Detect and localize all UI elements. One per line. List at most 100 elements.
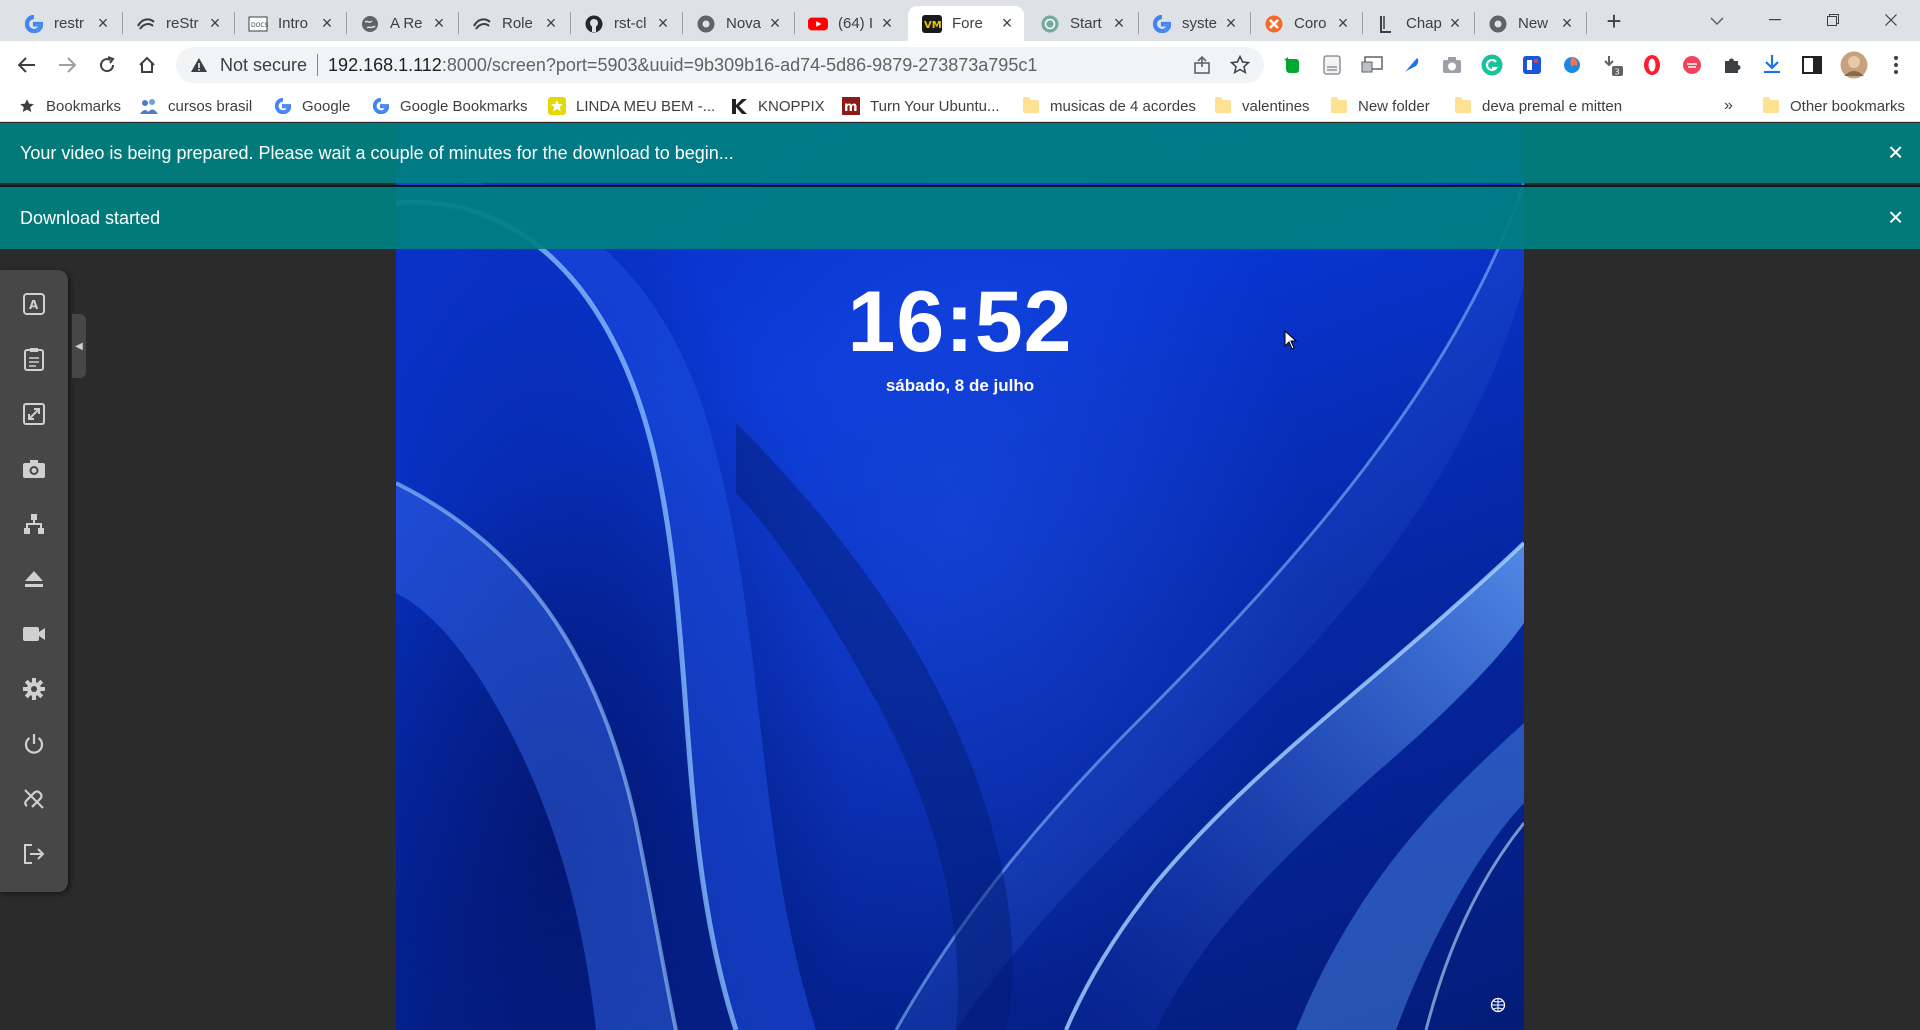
- tab-intro[interactable]: DOCS Intro ×: [234, 6, 344, 41]
- close-icon[interactable]: ✕: [1887, 206, 1904, 231]
- grammarly-icon[interactable]: [1480, 53, 1504, 77]
- tab-title: Coro: [1294, 15, 1327, 32]
- close-tab-icon[interactable]: ×: [764, 13, 786, 35]
- close-tab-icon[interactable]: ×: [540, 13, 562, 35]
- share-icon[interactable]: [1192, 55, 1212, 80]
- bookmarks-overflow-button[interactable]: »: [1724, 93, 1733, 119]
- network-button[interactable]: [14, 504, 54, 544]
- red-circle-extension-icon[interactable]: [1680, 53, 1704, 77]
- tab-fore-active[interactable]: VM Fore ×: [908, 6, 1024, 41]
- tab-title: Nova: [726, 15, 762, 32]
- close-window-button[interactable]: [1862, 0, 1920, 40]
- bookmark-google-bookmarks[interactable]: Google Bookmarks: [372, 93, 528, 119]
- document-extension-icon[interactable]: [1320, 53, 1344, 77]
- bookmark-bookmarks[interactable]: Bookmarks: [18, 93, 121, 119]
- tab-syste[interactable]: syste ×: [1138, 6, 1248, 41]
- close-tab-icon[interactable]: ×: [92, 13, 114, 35]
- bookmark-turn-your-ubuntu[interactable]: m Turn Your Ubuntu...: [842, 93, 1000, 119]
- keyboard-button[interactable]: A: [14, 284, 54, 324]
- settings-button[interactable]: [14, 669, 54, 709]
- eject-button[interactable]: [14, 559, 54, 599]
- remote-screen[interactable]: 16:52 sábado, 8 de julho: [396, 123, 1524, 1030]
- address-bar[interactable]: Not secure 192.168.1.112:8000/screen?por…: [176, 47, 1264, 83]
- close-tab-icon[interactable]: ×: [428, 13, 450, 35]
- reload-button[interactable]: [90, 48, 124, 82]
- restore-button[interactable]: [1804, 0, 1862, 40]
- screenshot-button[interactable]: [14, 449, 54, 489]
- bookmark-linda-meu-bem[interactable]: LINDA MEU BEM -...: [548, 93, 715, 119]
- bookmark-knoppix[interactable]: KNOPPIX: [730, 93, 825, 119]
- exit-button[interactable]: [14, 834, 54, 874]
- security-label[interactable]: Not secure: [220, 55, 307, 76]
- close-tab-icon[interactable]: ×: [1332, 13, 1354, 35]
- settings-icon: [23, 678, 45, 700]
- tab-restr[interactable]: restr ×: [10, 6, 120, 41]
- clipboard-icon: [24, 348, 44, 371]
- cast-extension-icon[interactable]: [1360, 53, 1384, 77]
- close-tab-icon[interactable]: ×: [1220, 13, 1242, 35]
- side-panel-button[interactable]: [1800, 53, 1824, 77]
- profile-avatar[interactable]: [1840, 51, 1868, 79]
- tab-restream[interactable]: reStr ×: [122, 6, 232, 41]
- browser-menu-button[interactable]: [1884, 53, 1908, 77]
- bookmark-cursos-brasil[interactable]: cursos brasil: [140, 93, 252, 119]
- minimize-button[interactable]: [1746, 0, 1804, 40]
- disconnect-button[interactable]: [14, 779, 54, 819]
- firefox-like-extension-icon[interactable]: [1560, 53, 1584, 77]
- github-icon: [584, 14, 604, 34]
- fullscreen-button[interactable]: [14, 394, 54, 434]
- bookmark-google[interactable]: Google: [274, 93, 350, 119]
- svg-text:VM: VM: [924, 20, 942, 31]
- close-tab-icon[interactable]: ×: [204, 13, 226, 35]
- close-tab-icon[interactable]: ×: [1556, 13, 1578, 35]
- extension-blue-icon[interactable]: [1520, 53, 1544, 77]
- network-status-icon: [1490, 997, 1506, 1013]
- download-arrow-extension-icon[interactable]: 3: [1600, 53, 1624, 77]
- bookmark-folder-valentines[interactable]: valentines: [1214, 93, 1310, 119]
- back-button[interactable]: [10, 48, 44, 82]
- bookmark-folder-musicas[interactable]: musicas de 4 acordes: [1022, 93, 1196, 119]
- tab-a-re[interactable]: A Re ×: [346, 6, 456, 41]
- close-tab-icon[interactable]: ×: [996, 13, 1018, 35]
- home-button[interactable]: [130, 48, 164, 82]
- close-icon[interactable]: ✕: [1887, 141, 1904, 166]
- tab-start[interactable]: Start ×: [1026, 6, 1136, 41]
- extensions-puzzle-icon[interactable]: [1720, 53, 1744, 77]
- opera-extension-icon[interactable]: [1640, 53, 1664, 77]
- mouse-cursor-icon: [1284, 330, 1298, 350]
- record-video-button[interactable]: [14, 614, 54, 654]
- downloads-button[interactable]: [1760, 53, 1784, 77]
- bookmark-folder-deva-premal[interactable]: deva premal e mitten: [1454, 93, 1622, 119]
- url-text[interactable]: 192.168.1.112:8000/screen?port=5903&uuid…: [328, 55, 1037, 76]
- tab-new[interactable]: New ×: [1474, 6, 1584, 41]
- evernote-icon[interactable]: [1280, 53, 1304, 77]
- sidebar-collapse-handle[interactable]: ◀: [72, 314, 86, 378]
- folder-icon: [1762, 96, 1780, 115]
- bookmark-folder-new-folder[interactable]: New folder: [1330, 93, 1430, 119]
- tab-chap[interactable]: Chap ×: [1362, 6, 1472, 41]
- tab-search-button[interactable]: [1700, 6, 1734, 36]
- tab-divider: [1586, 12, 1587, 34]
- tab-title: rst-cl: [614, 15, 647, 32]
- download-icon: [1764, 55, 1780, 74]
- other-bookmarks[interactable]: Other bookmarks: [1762, 93, 1905, 119]
- bookmark-label: valentines: [1242, 97, 1310, 115]
- tab-nova[interactable]: Nova ×: [682, 6, 792, 41]
- tab-rst-cli[interactable]: rst-cl ×: [570, 6, 680, 41]
- feather-extension-icon[interactable]: [1400, 53, 1424, 77]
- tab-youtube[interactable]: (64) I ×: [794, 6, 904, 41]
- close-tab-icon[interactable]: ×: [1444, 13, 1466, 35]
- close-tab-icon[interactable]: ×: [316, 13, 338, 35]
- tab-strip: restr × reStr × DOCS Intro × A Re × Role…: [0, 0, 1920, 41]
- new-tab-button[interactable]: +: [1598, 6, 1630, 36]
- bookmark-star-icon[interactable]: [1229, 54, 1251, 80]
- close-tab-icon[interactable]: ×: [1108, 13, 1130, 35]
- camera-extension-icon[interactable]: [1440, 53, 1464, 77]
- tab-coro[interactable]: Coro ×: [1250, 6, 1360, 41]
- close-tab-icon[interactable]: ×: [652, 13, 674, 35]
- tab-role[interactable]: Role ×: [458, 6, 568, 41]
- clipboard-button[interactable]: [14, 339, 54, 379]
- forward-button[interactable]: [50, 48, 84, 82]
- close-tab-icon[interactable]: ×: [876, 13, 898, 35]
- power-button[interactable]: [14, 724, 54, 764]
